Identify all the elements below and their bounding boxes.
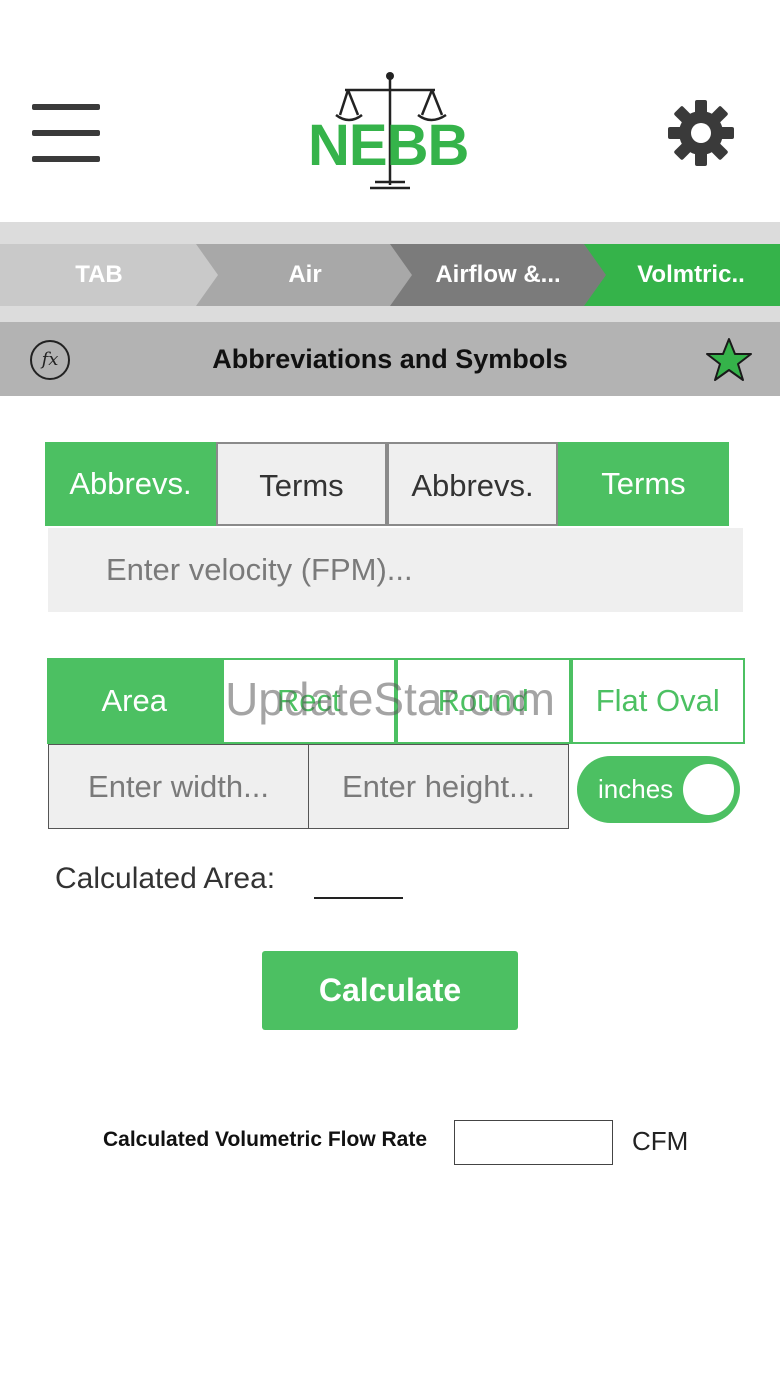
unit-toggle[interactable]: inches <box>577 756 740 823</box>
nebb-logo: NEBB <box>300 70 480 195</box>
height-input[interactable] <box>308 744 569 829</box>
reference-tabs: Abbrevs. Terms Abbrevs. Terms <box>45 442 729 526</box>
tab-area[interactable]: Area <box>47 658 222 744</box>
breadcrumb-label: Airflow &... <box>435 261 561 288</box>
breadcrumb-item-tab[interactable]: TAB <box>0 244 220 306</box>
tab-terms-1[interactable]: Terms <box>216 442 387 526</box>
flow-rate-unit: CFM <box>632 1126 689 1156</box>
tab-abbrevs-2[interactable]: Abbrevs. <box>387 442 558 526</box>
calculated-area-label: Calculated Area: <box>55 862 276 895</box>
flow-rate-output[interactable] <box>454 1120 613 1165</box>
logo-text: NEBB <box>308 113 469 178</box>
breadcrumb-label: Volmtric.. <box>637 261 745 288</box>
formula-icon[interactable]: fx <box>30 340 70 380</box>
title-bar: Abbreviations and Symbols fx <box>0 322 780 396</box>
breadcrumb-label: Air <box>288 261 322 288</box>
width-input[interactable] <box>48 744 309 829</box>
shape-tabs: Area Rect Round Flat Oval <box>47 658 745 744</box>
calculate-button[interactable]: Calculate <box>262 951 518 1030</box>
calculated-area-value <box>314 897 403 899</box>
tab-abbrevs-1[interactable]: Abbrevs. <box>45 442 216 526</box>
tab-terms-2[interactable]: Terms <box>558 442 729 526</box>
breadcrumb: TAB Air Airflow &... Volmtric.. <box>0 244 780 306</box>
flow-rate-label: Calculated Volumetric Flow Rate <box>103 1128 428 1151</box>
tab-rect[interactable]: Rect <box>221 658 396 744</box>
page-title: Abbreviations and Symbols <box>212 344 568 374</box>
hamburger-menu-icon[interactable] <box>32 104 100 164</box>
toggle-knob <box>683 764 734 815</box>
breadcrumb-item-air[interactable]: Air <box>196 244 414 306</box>
velocity-input[interactable] <box>48 528 743 612</box>
star-icon[interactable] <box>705 336 753 384</box>
breadcrumb-label: TAB <box>75 261 123 288</box>
breadcrumb-item-airflow[interactable]: Airflow &... <box>390 244 608 306</box>
tab-round[interactable]: Round <box>396 658 571 744</box>
gear-icon[interactable] <box>666 98 736 168</box>
breadcrumb-item-volumetric[interactable]: Volmtric.. <box>584 244 780 306</box>
tab-flat-oval[interactable]: Flat Oval <box>570 658 745 744</box>
unit-toggle-label: inches <box>598 774 674 804</box>
